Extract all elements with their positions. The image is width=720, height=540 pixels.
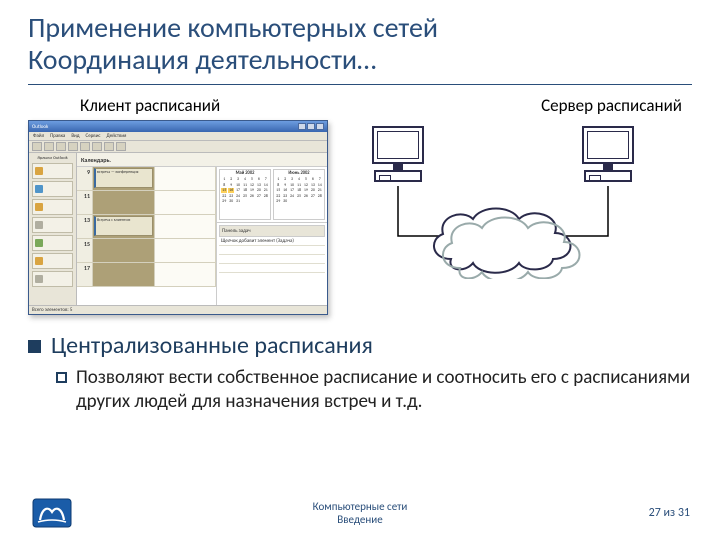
time-label: 17 (77, 263, 93, 286)
footer-title: Компьютерные сети (313, 500, 408, 513)
app-menubar: Файл Правка Вид Сервис Действия (29, 132, 327, 141)
calendar-app-screenshot: Outlook Файл Правка Вид Сервис Действия (28, 120, 328, 315)
client-label: Клиент расписаний (80, 95, 328, 116)
tasks-hint: Щелчок добавит элемент (Задача) (219, 237, 325, 246)
sidebar-item (32, 253, 73, 269)
cal-title: Июнь 2002 (275, 171, 323, 176)
deleted-icon (35, 275, 43, 283)
main-header: Календарь. (77, 153, 327, 167)
sidebar: Ярлыки Outlook (29, 153, 77, 305)
bullet-level-1: Централизованные расписания (28, 331, 692, 360)
app-title: Outlook (32, 124, 48, 130)
time-label: 9 (77, 167, 93, 190)
toolbar-icon (104, 142, 114, 151)
title-line-2: Координация деятельности… (28, 42, 376, 77)
footer-subtitle: Введение (337, 513, 382, 526)
mini-calendar: Июнь 2002 123456789101112131415161718192… (273, 169, 325, 220)
slide-footer: Компьютерные сети Введение 27 из 31 (0, 498, 720, 528)
task-row (219, 255, 325, 264)
sidebar-item (32, 235, 73, 251)
close-icon (316, 123, 324, 130)
toolbar-icon (68, 142, 78, 151)
sidebar-item (32, 217, 73, 233)
footer-center: Компьютерные сети Введение (0, 500, 720, 526)
tasks-icon (35, 239, 43, 247)
server-label: Сервер расписаний (338, 95, 682, 116)
tasks-panel: Панель задач Щелчок добавит элемент (Зад… (217, 223, 327, 305)
menu-tools: Сервис (86, 133, 101, 139)
bullet-level-2: Позволяют вести собственное расписание и… (56, 366, 692, 414)
sidebar-item (32, 163, 73, 179)
toolbar-icon (92, 142, 102, 151)
contacts-icon (35, 221, 43, 229)
time-label: 13 (77, 215, 93, 238)
sidebar-item (32, 199, 73, 215)
hollow-square-bullet-icon (56, 372, 67, 383)
network-cloud-icon (423, 201, 583, 279)
task-row (219, 264, 325, 273)
notes-icon (35, 257, 43, 265)
inbox-icon (35, 185, 43, 193)
appointment: встреча — конференция (94, 168, 153, 188)
app-titlebar: Outlook (29, 121, 327, 132)
toolbar-icon (32, 142, 42, 151)
menu-edit: Правка (50, 133, 65, 139)
toolbar-icon (44, 142, 54, 151)
slide-title: Применение компьютерных сетей Координаци… (28, 12, 692, 85)
menu-actions: Действия (107, 133, 127, 139)
toolbar-icon (80, 142, 90, 151)
outlook-today-icon (35, 167, 43, 175)
bullet-text: Позволяют вести собственное расписание и… (76, 366, 692, 414)
network-diagram (338, 126, 692, 296)
tasks-header: Панель задач (219, 225, 325, 237)
toolbar-icon (56, 142, 66, 151)
status-bar: Всего элементов: 5 (29, 305, 327, 314)
time-label: 15 (77, 239, 93, 262)
calendar-icon (35, 203, 43, 211)
maximize-icon (307, 123, 315, 130)
appointment: Встреча с клиентом (94, 216, 153, 236)
sidebar-item (32, 271, 73, 287)
cal-title: Май 2002 (221, 171, 269, 176)
square-bullet-icon (28, 340, 41, 353)
mini-calendar: Май 2002 1234567891011121314151617181920… (219, 169, 271, 220)
sidebar-item (32, 181, 73, 197)
mini-calendars: Май 2002 1234567891011121314151617181920… (217, 167, 327, 223)
schedule-grid: 9 встреча — конференция 11 (77, 167, 217, 305)
toolbar-icon (116, 142, 126, 151)
menu-file: Файл (33, 133, 44, 139)
minimize-icon (298, 123, 306, 130)
illustration-row: Клиент расписаний Outlook Файл Правка Ви… (28, 95, 692, 315)
sidebar-header: Ярлыки Outlook (32, 156, 73, 161)
menu-view: Вид (71, 133, 79, 139)
task-row (219, 246, 325, 255)
bullet-text: Централизованные расписания (51, 331, 373, 360)
time-label: 11 (77, 191, 93, 214)
app-toolbar (29, 141, 327, 153)
title-line-1: Применение компьютерных сетей (28, 10, 438, 45)
